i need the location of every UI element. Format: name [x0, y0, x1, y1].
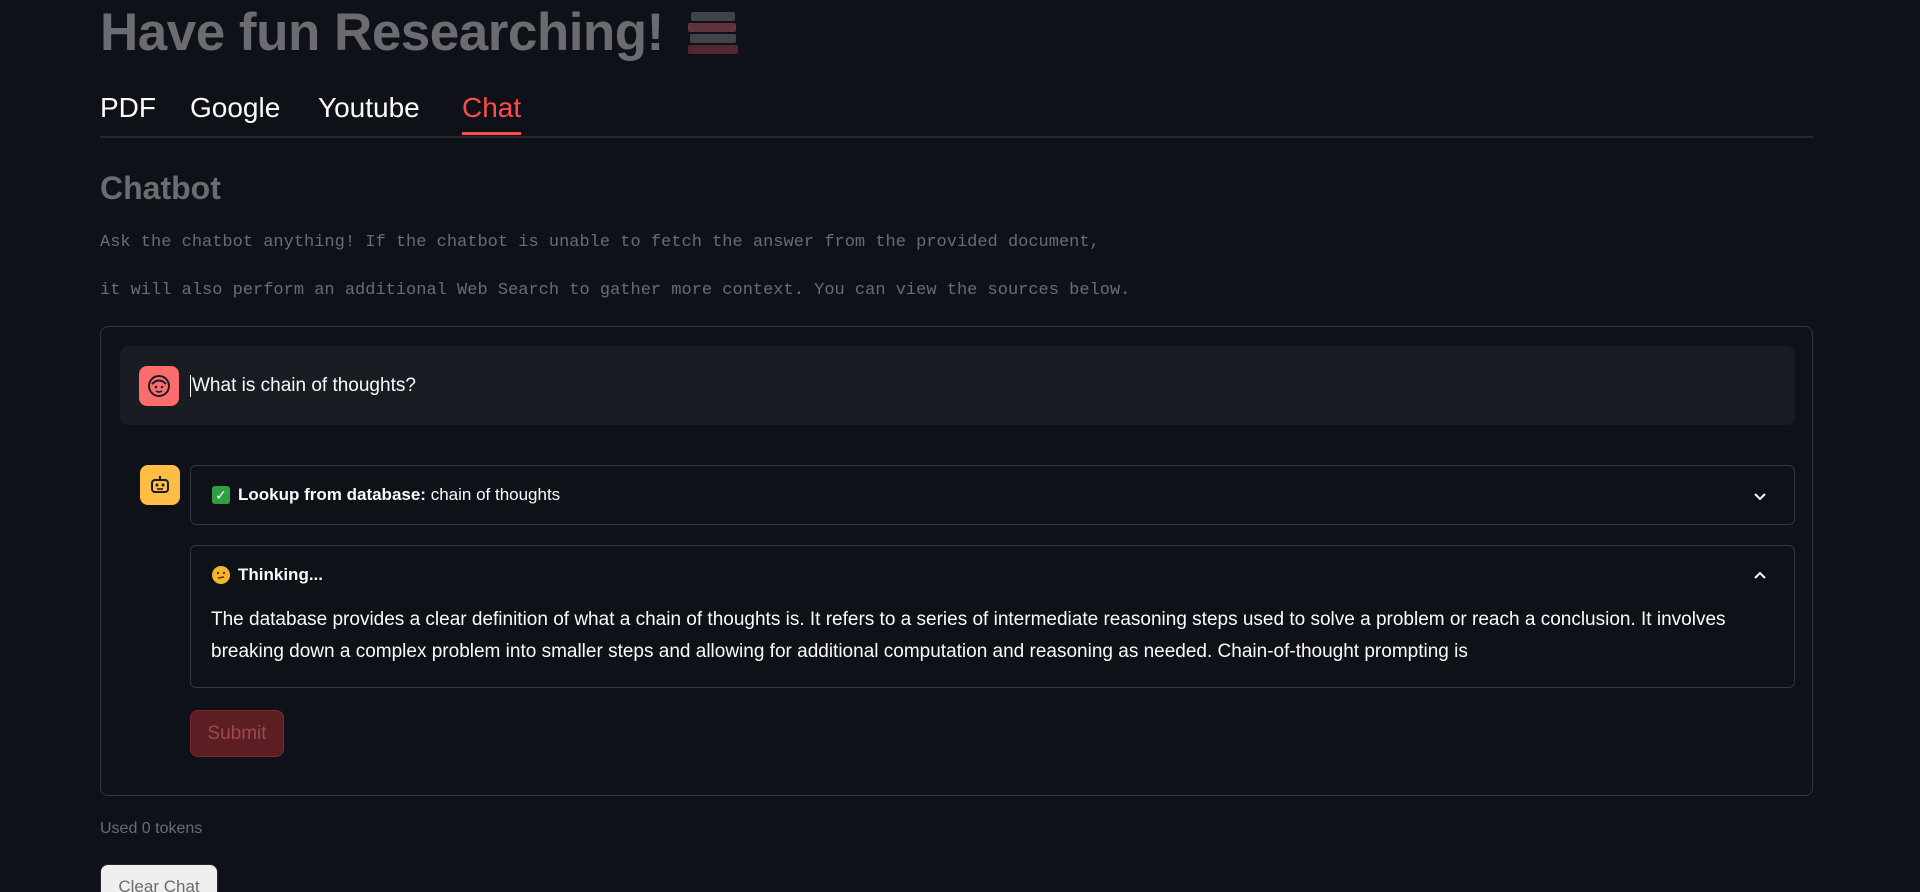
- lookup-label: Lookup from database:: [238, 485, 426, 504]
- lookup-expander-header: ✓ Lookup from database: chain of thought…: [212, 485, 560, 505]
- thinking-expander-header: Thinking...: [212, 565, 323, 585]
- lookup-value: chain of thoughts: [430, 485, 561, 504]
- tab-google[interactable]: Google: [190, 92, 280, 132]
- thinking-label: Thinking...: [238, 565, 323, 584]
- token-usage: Used 0 tokens: [100, 820, 203, 837]
- tab-pdf[interactable]: PDF: [100, 92, 156, 132]
- user-face-icon: [148, 375, 170, 397]
- clear-chat-button[interactable]: Clear Chat: [100, 864, 218, 892]
- thinking-face-icon: [212, 566, 230, 584]
- app-page: Have fun Researching! PDF Google Youtube…: [0, 0, 1920, 892]
- lookup-expander[interactable]: ✓ Lookup from database: chain of thought…: [190, 465, 1795, 525]
- page-title: Have fun Researching!: [100, 2, 738, 63]
- section-title: Chatbot: [100, 170, 221, 206]
- chevron-up-icon[interactable]: [1752, 568, 1768, 584]
- submit-button[interactable]: Submit: [190, 710, 284, 757]
- chevron-down-icon[interactable]: [1752, 488, 1768, 504]
- description-line-1: Ask the chatbot anything! If the chatbot…: [100, 233, 1100, 252]
- user-message-text: What is chain of thoughts?: [190, 375, 416, 397]
- tab-chat[interactable]: Chat: [462, 92, 522, 135]
- thinking-body: The database provides a clear definition…: [211, 609, 1726, 662]
- tab-bar: PDF Google Youtube Chat: [100, 88, 1813, 138]
- description-line-2: it will also perform an additional Web S…: [100, 281, 1131, 300]
- thinking-expander[interactable]: Thinking... The database provides a clea…: [190, 545, 1795, 688]
- chat-container: What is chain of thoughts? ✓ Lookup from…: [100, 326, 1813, 796]
- bot-avatar: [140, 465, 180, 505]
- tab-youtube[interactable]: Youtube: [318, 92, 420, 132]
- user-message: What is chain of thoughts?: [120, 346, 1795, 425]
- user-avatar: [139, 366, 179, 406]
- page-title-text: Have fun Researching!: [100, 3, 664, 62]
- check-mark-icon: ✓: [212, 486, 230, 504]
- robot-icon: [151, 476, 169, 493]
- books-icon: [686, 8, 738, 58]
